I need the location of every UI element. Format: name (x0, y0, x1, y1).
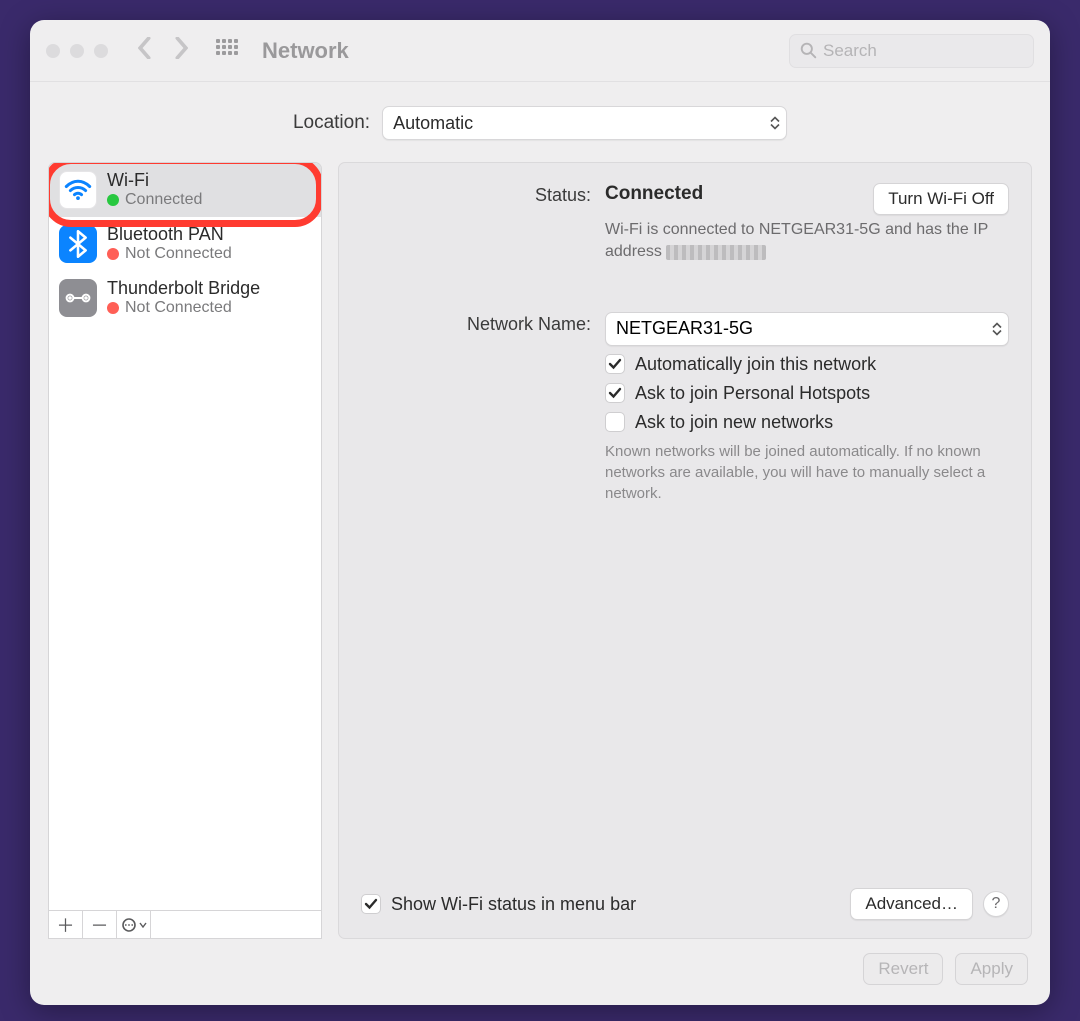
services-sidebar: Wi-Fi Connected Bluetooth PAN (48, 162, 322, 939)
network-name-value: NETGEAR31-5G (616, 318, 753, 339)
sidebar-footer: ＋ － (48, 911, 322, 939)
ask-new-label: Ask to join new networks (635, 412, 833, 433)
auto-join-checkbox-row: Automatically join this network (605, 354, 1009, 375)
location-value: Automatic (393, 113, 473, 134)
service-item-thunderbolt-bridge[interactable]: Thunderbolt Bridge Not Connected (49, 271, 321, 325)
service-status: Not Connected (107, 245, 232, 263)
show-all-icon[interactable] (216, 39, 240, 63)
detail-footer: Show Wi-Fi status in menu bar Advanced… … (361, 888, 1009, 920)
location-select[interactable]: Automatic (382, 106, 787, 140)
ask-hotspot-label: Ask to join Personal Hotspots (635, 383, 870, 404)
show-status-checkbox[interactable] (361, 894, 381, 914)
search-icon (800, 42, 817, 59)
service-item-bluetooth-pan[interactable]: Bluetooth PAN Not Connected (49, 217, 321, 271)
bluetooth-icon (59, 225, 97, 263)
location-row: Location: Automatic (30, 106, 1050, 140)
show-status-row: Show Wi-Fi status in menu bar (361, 894, 636, 915)
status-dot-disconnected-icon (107, 302, 119, 314)
auto-join-checkbox[interactable] (605, 354, 625, 374)
thunderbolt-bridge-icon (59, 279, 97, 317)
back-button[interactable] (138, 37, 152, 64)
advanced-button[interactable]: Advanced… (850, 888, 973, 920)
status-row: Status: Connected Turn Wi-Fi Off Wi-Fi i… (361, 183, 1009, 264)
show-status-label: Show Wi-Fi status in menu bar (391, 894, 636, 915)
zoom-window-button[interactable] (94, 44, 108, 58)
sidebar-footer-spacer (151, 911, 321, 938)
detail-panel: Status: Connected Turn Wi-Fi Off Wi-Fi i… (338, 162, 1032, 939)
service-name: Wi-Fi (107, 171, 202, 191)
service-name: Bluetooth PAN (107, 225, 232, 245)
status-dot-connected-icon (107, 194, 119, 206)
select-arrows-icon (992, 322, 1002, 335)
window-footer: Revert Apply (30, 939, 1050, 1005)
network-name-label: Network Name: (361, 312, 591, 504)
redacted-ip (666, 245, 766, 260)
ask-hotspot-checkbox-row: Ask to join Personal Hotspots (605, 383, 1009, 404)
forward-button[interactable] (174, 37, 188, 64)
status-value: Connected (605, 183, 703, 205)
main-area: Wi-Fi Connected Bluetooth PAN (30, 162, 1050, 939)
toolbar: Network Search (30, 20, 1050, 82)
status-description: Wi-Fi is connected to NETGEAR31-5G and h… (605, 219, 1009, 264)
ask-hotspot-checkbox[interactable] (605, 383, 625, 403)
window-title: Network (262, 38, 349, 64)
status-dot-disconnected-icon (107, 248, 119, 260)
service-actions-button[interactable] (117, 911, 151, 938)
help-button[interactable]: ? (983, 891, 1009, 917)
wifi-icon (59, 171, 97, 209)
search-field[interactable]: Search (789, 34, 1034, 68)
service-item-wifi[interactable]: Wi-Fi Connected (49, 163, 321, 217)
add-service-button[interactable]: ＋ (49, 911, 83, 938)
minimize-window-button[interactable] (70, 44, 84, 58)
auto-join-label: Automatically join this network (635, 354, 876, 375)
window-controls (46, 44, 108, 58)
service-status: Connected (107, 191, 202, 209)
revert-button[interactable]: Revert (863, 953, 943, 985)
search-placeholder: Search (823, 41, 877, 61)
ask-new-checkbox-row: Ask to join new networks (605, 412, 1009, 433)
service-list: Wi-Fi Connected Bluetooth PAN (48, 162, 322, 911)
service-name: Thunderbolt Bridge (107, 279, 260, 299)
location-label: Location: (293, 112, 370, 134)
remove-service-button[interactable]: － (83, 911, 117, 938)
nav-arrows (138, 37, 188, 64)
ask-new-help-text: Known networks will be joined automatica… (605, 441, 1009, 504)
apply-button[interactable]: Apply (955, 953, 1028, 985)
network-name-row: Network Name: NETGEAR31-5G Automatic (361, 312, 1009, 504)
status-label: Status: (361, 183, 591, 264)
select-arrows-icon (770, 117, 780, 130)
network-preferences-window: Network Search Location: Automatic (30, 20, 1050, 1005)
ask-new-checkbox[interactable] (605, 412, 625, 432)
service-status: Not Connected (107, 299, 260, 317)
close-window-button[interactable] (46, 44, 60, 58)
toggle-wifi-button[interactable]: Turn Wi-Fi Off (873, 183, 1009, 215)
network-name-select[interactable]: NETGEAR31-5G (605, 312, 1009, 346)
